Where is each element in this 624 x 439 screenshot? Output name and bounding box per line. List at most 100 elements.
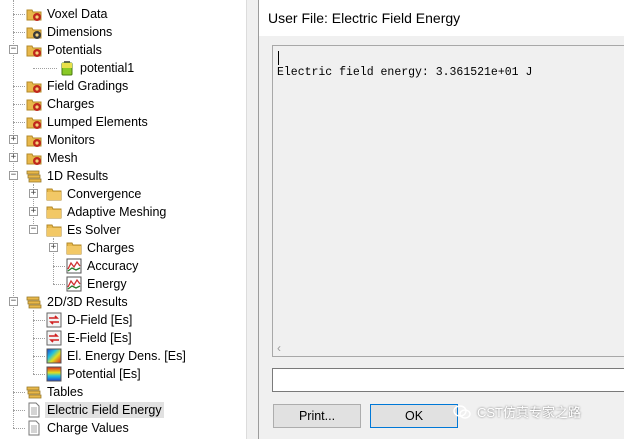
- file-content-area[interactable]: Electric field energy: 3.361521e+01 J ‹: [272, 45, 624, 357]
- scalar-field-icon: [46, 348, 62, 364]
- watermark: CST仿真专家之路: [453, 402, 581, 421]
- tree-item-label: Dimensions: [47, 25, 113, 39]
- folder-gear-icon: [26, 24, 42, 40]
- tree-item-field-gradings[interactable]: Field Gradings: [13, 77, 130, 95]
- tree-item-es-charges[interactable]: + Charges: [48, 239, 136, 257]
- tree-item-label: Tables: [47, 385, 84, 399]
- print-button[interactable]: Print...: [273, 404, 361, 428]
- tree-item-mesh[interactable]: + Mesh: [8, 149, 80, 167]
- command-input[interactable]: [272, 368, 624, 392]
- tree-item-label: Potentials: [47, 43, 102, 57]
- tree-item-label: Potential [Es]: [67, 367, 141, 381]
- tree-line: [13, 32, 25, 33]
- expand-toggle[interactable]: +: [9, 153, 18, 162]
- tree-item-energy[interactable]: Energy: [53, 275, 129, 293]
- tree-line: [33, 68, 57, 69]
- tree-item-label: D-Field [Es]: [67, 313, 133, 327]
- folder-icon: [46, 222, 62, 238]
- tree-item-label: 2D/3D Results: [47, 295, 128, 309]
- tree-item-label: Lumped Elements: [47, 115, 148, 129]
- expand-toggle[interactable]: +: [9, 135, 18, 144]
- collapse-toggle[interactable]: −: [29, 225, 38, 234]
- tree-item-tables[interactable]: Tables: [13, 383, 85, 401]
- tree-item-label: Energy: [87, 277, 127, 291]
- tree-item-voxel-data[interactable]: Voxel Data: [13, 5, 109, 23]
- dialog-titlebar[interactable]: User File: Electric Field Energy: [259, 0, 624, 36]
- tree-item-e-field[interactable]: E-Field [Es]: [33, 329, 134, 347]
- folder-red-gear-icon: [26, 78, 42, 94]
- tree-item-label: Es Solver: [67, 223, 121, 237]
- tree-item-label: Charges: [47, 97, 95, 111]
- line-chart-icon: [66, 276, 82, 292]
- tree-item-label: Voxel Data: [47, 7, 108, 21]
- vector-field-icon: [46, 330, 62, 346]
- tree-line: [33, 356, 45, 357]
- tree-item-es-solver[interactable]: − Es Solver: [28, 221, 123, 239]
- tree-line: [33, 374, 45, 375]
- collapse-toggle[interactable]: −: [9, 297, 18, 306]
- tree-line: [53, 266, 65, 267]
- tree-item-label: Convergence: [67, 187, 142, 201]
- tree-line: [13, 104, 25, 105]
- tree-item-2d3d-results[interactable]: − 2D/3D Results: [8, 293, 130, 311]
- tree-item-adaptive-meshing[interactable]: + Adaptive Meshing: [28, 203, 168, 221]
- tree-line: [33, 338, 45, 339]
- tree-item-monitors[interactable]: + Monitors: [8, 131, 97, 149]
- tree-line: [13, 0, 14, 428]
- tree-item-label: 1D Results: [47, 169, 109, 183]
- tree-item-lumped-elements[interactable]: Lumped Elements: [13, 113, 150, 131]
- vector-field-icon: [46, 312, 62, 328]
- dialog-title: User File: Electric Field Energy: [268, 10, 461, 26]
- tree-item-potential1[interactable]: potential1: [33, 59, 136, 77]
- folder-red-gear-icon: [26, 114, 42, 130]
- collapse-toggle[interactable]: −: [9, 171, 18, 180]
- stacked-folder-icon: [26, 168, 42, 184]
- wechat-icon: [453, 404, 471, 419]
- tree-item-1d-results[interactable]: − 1D Results: [8, 167, 110, 185]
- tree-item-d-field[interactable]: D-Field [Es]: [33, 311, 134, 329]
- tree-item-accuracy[interactable]: Accuracy: [53, 257, 140, 275]
- tree-line: [13, 122, 25, 123]
- line-chart-icon: [66, 258, 82, 274]
- collapse-toggle[interactable]: −: [9, 45, 18, 54]
- folder-red-gear-icon: [26, 96, 42, 112]
- tree-item-label: Charges: [87, 241, 135, 255]
- tree-item-charges[interactable]: Charges: [13, 95, 96, 113]
- tree-line: [13, 428, 25, 429]
- tree-item-convergence[interactable]: + Convergence: [28, 185, 143, 203]
- folder-icon: [46, 204, 62, 220]
- tree-item-electric-field-energy[interactable]: Electric Field Energy: [13, 401, 164, 419]
- tree-item-label: Field Gradings: [47, 79, 129, 93]
- folder-icon: [46, 186, 62, 202]
- tree-item-label: Accuracy: [87, 259, 139, 273]
- tree-line: [33, 320, 45, 321]
- tree-item-label: Electric Field Energy: [45, 402, 164, 418]
- tree-line: [13, 410, 25, 411]
- tree-line: [13, 392, 25, 393]
- tree-item-potentials[interactable]: − Potentials: [8, 41, 104, 59]
- expand-toggle[interactable]: +: [29, 189, 38, 198]
- tree-item-charge-values[interactable]: Charge Values: [13, 419, 131, 437]
- file-content-text: Electric field energy: 3.361521e+01 J: [277, 66, 533, 79]
- navigation-tree[interactable]: Voxel Data Dimensions − Potentials poten…: [0, 0, 246, 439]
- expand-toggle[interactable]: +: [29, 207, 38, 216]
- tree-line: [13, 86, 25, 87]
- tree-item-dimensions[interactable]: Dimensions: [13, 23, 114, 41]
- tree-item-el-energy-dens[interactable]: El. Energy Dens. [Es]: [33, 347, 188, 365]
- folder-red-gear-icon: [26, 42, 42, 58]
- tree-item-potential-es[interactable]: Potential [Es]: [33, 365, 143, 383]
- tree-line: [53, 284, 65, 285]
- scalar-field-icon: [46, 366, 62, 382]
- user-file-dialog: User File: Electric Field Energy Electri…: [258, 0, 624, 439]
- stacked-folder-icon: [26, 384, 42, 400]
- tree-item-label: Monitors: [47, 133, 95, 147]
- ok-button[interactable]: OK: [370, 404, 458, 428]
- expand-toggle[interactable]: +: [49, 243, 58, 252]
- watermark-text: CST仿真专家之路: [477, 405, 582, 420]
- horizontal-scrollbar[interactable]: ‹: [273, 340, 624, 356]
- tree-item-label: Adaptive Meshing: [67, 205, 167, 219]
- scroll-left-icon[interactable]: ‹: [277, 341, 281, 355]
- tree-item-label: Charge Values: [47, 421, 129, 435]
- tree-item-label: Mesh: [47, 151, 78, 165]
- document-icon: [26, 402, 42, 418]
